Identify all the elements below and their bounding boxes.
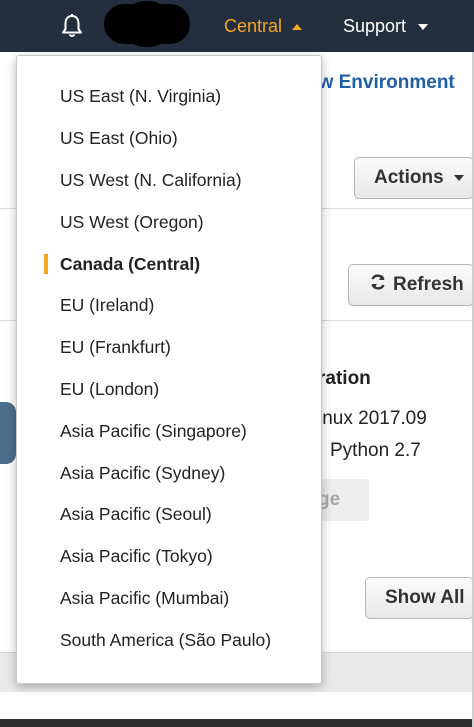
config-platform-text: inux 2017.09 bbox=[318, 408, 427, 429]
region-option[interactable]: Asia Pacific (Singapore) bbox=[17, 410, 321, 452]
region-option[interactable]: US East (Ohio) bbox=[17, 118, 321, 160]
actions-button[interactable]: Actions bbox=[354, 157, 474, 199]
region-option[interactable]: EU (Ireland) bbox=[17, 285, 321, 327]
redacted-account-name bbox=[104, 1, 190, 47]
create-new-environment-link[interactable]: ew Environment bbox=[308, 72, 474, 94]
panel-edge bbox=[0, 402, 16, 464]
region-option[interactable]: Asia Pacific (Sydney) bbox=[17, 452, 321, 494]
support-menu-button[interactable]: Support bbox=[343, 14, 429, 38]
support-menu-label: Support bbox=[343, 15, 407, 36]
bell-icon[interactable] bbox=[58, 12, 86, 40]
region-option[interactable]: EU (London) bbox=[17, 369, 321, 411]
actions-button-label: Actions bbox=[374, 167, 444, 188]
region-menu-button[interactable]: Central bbox=[224, 14, 303, 38]
refresh-button[interactable]: Refresh bbox=[348, 264, 474, 306]
region-menu-label: Central bbox=[224, 15, 283, 36]
footer-strip bbox=[0, 719, 474, 727]
region-option[interactable]: South America (São Paulo) bbox=[17, 619, 321, 661]
region-option[interactable]: Asia Pacific (Seoul) bbox=[17, 494, 321, 536]
change-button[interactable]: ge bbox=[316, 479, 369, 521]
region-option[interactable]: Asia Pacific (Mumbai) bbox=[17, 578, 321, 620]
configuration-heading: ration bbox=[318, 368, 371, 389]
show-all-button[interactable]: Show All bbox=[365, 577, 474, 619]
region-option[interactable]: US West (N. California) bbox=[17, 160, 321, 202]
chevron-down-icon bbox=[453, 175, 464, 181]
config-runtime-text: Python 2.7 bbox=[330, 440, 421, 461]
top-nav-bar: Central Support bbox=[0, 0, 474, 52]
region-dropdown: US East (N. Virginia) US East (Ohio) US We… bbox=[16, 55, 322, 684]
region-option[interactable]: Canada (Central) bbox=[17, 243, 321, 285]
region-option[interactable]: US East (N. Virginia) bbox=[17, 76, 321, 118]
refresh-icon bbox=[369, 273, 387, 297]
caret-down-icon bbox=[418, 24, 429, 30]
caret-up-icon bbox=[292, 24, 303, 30]
region-option[interactable]: US West (Oregon) bbox=[17, 201, 321, 243]
refresh-button-label: Refresh bbox=[393, 274, 464, 295]
region-option[interactable]: EU (Frankfurt) bbox=[17, 327, 321, 369]
region-option[interactable]: Asia Pacific (Tokyo) bbox=[17, 536, 321, 578]
